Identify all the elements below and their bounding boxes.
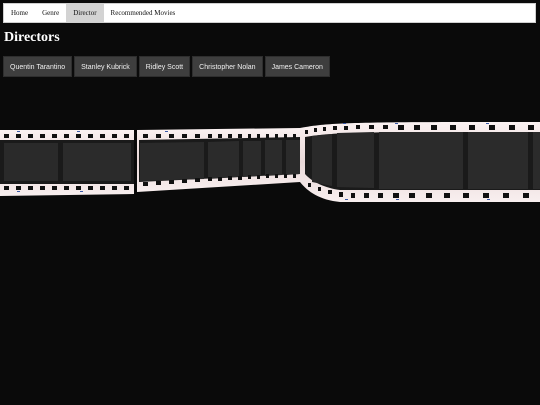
top-navbar: Home Genre Director Recommended Movies	[3, 3, 536, 23]
page-root: Home Genre Director Recommended Movies D…	[0, 0, 540, 405]
director-button-christopher-nolan[interactable]: Christopher Nolan	[192, 56, 263, 77]
film-strip-illustration	[0, 122, 540, 202]
nav-item-home[interactable]: Home	[4, 4, 35, 22]
film-segment-right	[300, 122, 540, 202]
nav-item-director[interactable]: Director	[66, 4, 104, 22]
director-button-james-cameron[interactable]: James Cameron	[264, 56, 330, 77]
director-button-ridley-scott[interactable]: Ridley Scott	[138, 56, 191, 77]
director-button-row: Quentin Tarantino Stanley Kubrick Ridley…	[3, 56, 330, 77]
page-title: Directors	[4, 30, 60, 45]
director-button-quentin-tarantino[interactable]: Quentin Tarantino	[3, 56, 73, 77]
nav-item-genre[interactable]: Genre	[35, 4, 66, 22]
director-button-stanley-kubrick[interactable]: Stanley Kubrick	[74, 56, 137, 77]
nav-item-recommended-movies[interactable]: Recommended Movies	[104, 4, 183, 22]
